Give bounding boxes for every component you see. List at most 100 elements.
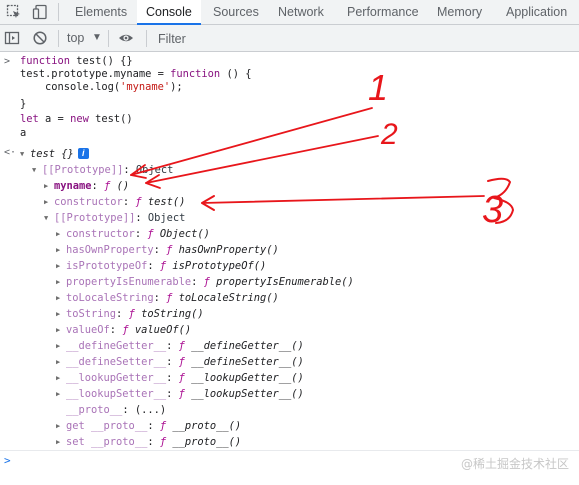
expand-triangle-icon[interactable]: ▼	[20, 147, 30, 161]
property-key: myname	[54, 180, 92, 192]
tree-node-constructor[interactable]: ▶ constructor: ƒ test()	[44, 195, 185, 209]
tree-node-member[interactable]: ▶ isPrototypeOf: ƒ isPrototypeOf()	[56, 259, 266, 273]
tree-node-member[interactable]: ▶ toLocaleString: ƒ toLocaleString()	[56, 291, 279, 305]
tree-node-member[interactable]: ▶ propertyIsEnumerable: ƒ propertyIsEnume…	[56, 275, 354, 289]
function-symbol: ƒ	[178, 388, 185, 400]
property-key: [[Prototype]]	[42, 164, 124, 176]
tree-node-proto-setter[interactable]: ▶ set __proto__: ƒ __proto__()	[56, 435, 241, 449]
property-key: hasOwnProperty	[66, 244, 154, 256]
code-token: 'myname'	[120, 81, 171, 93]
code-line: console.log('myname');	[20, 80, 183, 94]
property-value: test()	[147, 196, 186, 208]
collapse-triangle-icon[interactable]: ▶	[44, 179, 54, 193]
collapse-triangle-icon[interactable]: ▶	[56, 435, 66, 449]
property-key: toLocaleString	[66, 292, 154, 304]
property-value[interactable]: (...)	[135, 404, 166, 416]
property-value: __lookupSetter__()	[191, 388, 304, 400]
collapse-triangle-icon[interactable]: ▶	[56, 371, 66, 385]
property-key: __defineSetter__	[66, 356, 167, 368]
tree-node-member[interactable]: ▶ __defineGetter__: ƒ __defineGetter__()	[56, 339, 304, 353]
tab-application[interactable]: Application	[497, 0, 576, 25]
toolbar-separator	[146, 30, 147, 47]
tree-node-prototype[interactable]: ▼ [[Prototype]]: Object	[44, 211, 185, 225]
tree-node-member[interactable]: ▶ __defineSetter__: ƒ __defineSetter__()	[56, 355, 304, 369]
code-token: () {	[220, 68, 252, 80]
tab-console[interactable]: Console	[137, 0, 201, 25]
code-token: function	[170, 68, 221, 80]
clear-console-icon[interactable]	[32, 30, 48, 46]
collapse-triangle-icon[interactable]: ▶	[56, 307, 66, 321]
tree-node-proto-getter[interactable]: ▶ get __proto__: ƒ __proto__()	[56, 419, 241, 433]
tree-node-member[interactable]: ▶ hasOwnProperty: ƒ hasOwnProperty()	[56, 243, 279, 257]
code-token: console.log(	[20, 81, 121, 93]
property-value: __lookupGetter__()	[191, 372, 304, 384]
collapse-triangle-icon[interactable]: ▶	[56, 291, 66, 305]
device-toolbar-icon[interactable]	[32, 4, 48, 20]
toolbar-separator	[108, 30, 109, 47]
code-token: function	[20, 55, 71, 67]
collapse-triangle-icon[interactable]: ▶	[56, 387, 66, 401]
live-expression-eye-icon[interactable]	[118, 30, 134, 46]
tab-sources[interactable]: Sources	[204, 0, 268, 25]
code-token: a =	[38, 113, 71, 125]
collapse-triangle-icon[interactable]: ▶	[56, 259, 66, 273]
show-sidebar-icon[interactable]	[4, 30, 20, 46]
collapse-triangle-icon[interactable]: ▶	[44, 195, 54, 209]
collapse-triangle-icon[interactable]: ▶	[56, 339, 66, 353]
property-key: isPrototypeOf	[66, 260, 148, 272]
tree-node-myname[interactable]: ▶ myname: ƒ ()	[44, 179, 135, 193]
chevron-down-icon[interactable]: ▼	[92, 30, 102, 46]
watermark: @稀土掘金技术社区	[460, 457, 569, 471]
expand-triangle-icon[interactable]: ▼	[44, 211, 54, 225]
inspect-element-icon[interactable]	[6, 4, 22, 20]
property-value: __proto__()	[172, 420, 242, 432]
collapse-triangle-icon[interactable]: ▶	[56, 355, 66, 369]
property-value: Object	[135, 164, 174, 176]
property-value: __proto__()	[172, 436, 242, 448]
code-line: let a = new test()	[20, 112, 133, 126]
console-input-prompt-icon[interactable]: >	[4, 454, 11, 467]
tab-elements[interactable]: Elements	[66, 0, 136, 25]
tree-node-member[interactable]: ▶ valueOf: ƒ valueOf()	[56, 323, 191, 337]
function-symbol: ƒ	[159, 420, 167, 432]
tab-performance[interactable]: Performance	[338, 0, 428, 25]
filter-input[interactable]	[152, 29, 579, 48]
code-token: let	[20, 113, 39, 125]
expand-triangle-icon[interactable]: ▼	[32, 163, 42, 177]
collapse-triangle-icon[interactable]: ▶	[56, 227, 66, 241]
console-divider	[0, 450, 579, 451]
property-value: toString()	[141, 308, 204, 320]
devtools-tab-bar: Elements Console Sources Network Perform…	[0, 0, 579, 25]
tab-memory[interactable]: Memory	[428, 0, 491, 25]
code-line: a	[20, 126, 26, 140]
property-key: [[Prototype]]	[54, 212, 136, 224]
info-icon[interactable]: i	[77, 148, 89, 159]
collapse-triangle-icon[interactable]: ▶	[56, 419, 66, 433]
tab-network[interactable]: Network	[269, 0, 333, 25]
tab-separator	[58, 3, 59, 21]
tree-node-member[interactable]: ▶ constructor: ƒ Object()	[56, 227, 210, 241]
result-root[interactable]: ▼ test {} i	[20, 147, 89, 161]
function-symbol: ƒ	[135, 196, 142, 208]
tree-node-member[interactable]: ▶ __lookupSetter__: ƒ __lookupSetter__()	[56, 387, 304, 401]
tree-node-prototype[interactable]: ▼ [[Prototype]]: Object	[32, 163, 173, 177]
tree-node-member[interactable]: ▶ __lookupGetter__: ƒ __lookupGetter__()	[56, 371, 304, 385]
property-key: constructor	[54, 196, 123, 208]
collapse-triangle-icon[interactable]: ▶	[56, 243, 66, 257]
code-token: test()	[88, 113, 133, 125]
property-value: Object	[147, 212, 186, 224]
function-symbol: ƒ	[128, 308, 135, 320]
context-selector[interactable]: top	[67, 30, 84, 46]
property-value: toLocaleString()	[178, 292, 279, 304]
code-line: function test() {}	[20, 54, 133, 68]
property-key: propertyIsEnumerable	[66, 276, 192, 288]
property-value: hasOwnProperty()	[178, 244, 279, 256]
tree-node-proto-accessor[interactable]: __proto__: (...)	[56, 403, 166, 417]
function-symbol: ƒ	[166, 292, 173, 304]
console-output: > function test() {} test.prototype.myna…	[0, 52, 579, 485]
property-value: __defineSetter__()	[191, 356, 304, 368]
collapse-triangle-icon[interactable]: ▶	[56, 275, 66, 289]
collapse-triangle-icon[interactable]: ▶	[56, 323, 66, 337]
tree-node-member[interactable]: ▶ toString: ƒ toString()	[56, 307, 204, 321]
property-key: toString	[66, 308, 117, 320]
